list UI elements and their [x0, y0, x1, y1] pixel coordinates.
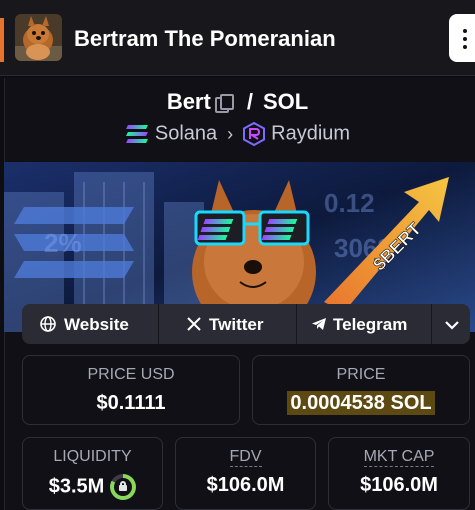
chain-link[interactable]: Solana [155, 123, 217, 145]
market-cap-value: $106.0M [360, 474, 438, 496]
price-usd-label: PRICE USD [87, 366, 175, 383]
kebab-menu-icon [463, 29, 469, 49]
social-links-bar: Website Twitter Telegram [22, 304, 470, 344]
telegram-label: Telegram [333, 315, 408, 334]
website-label: Website [64, 315, 129, 334]
market-cap-card: MKT CAP $106.0M [328, 437, 470, 510]
liquidity-lock-icon[interactable] [110, 474, 137, 500]
market-cap-label[interactable]: MKT CAP [363, 448, 435, 467]
more-menu-button[interactable] [449, 14, 475, 62]
liquidity-value: $3.5M [48, 475, 105, 498]
price-usd-card: PRICE USD $0.1111 [22, 355, 240, 425]
x-logo-icon [187, 317, 201, 331]
accent-strip [0, 18, 4, 62]
pair-title: Bert / SOL [0, 88, 475, 115]
copy-icon[interactable] [214, 94, 234, 114]
token-title: Bertram The Pomeranian [74, 26, 336, 51]
pair-separator: / [246, 89, 253, 115]
globe-icon [40, 316, 56, 332]
token-header: Bertram The Pomeranian [0, 0, 475, 76]
svg-text:0.12: 0.12 [324, 188, 375, 218]
price-usd-value: $0.1111 [96, 392, 166, 414]
raydium-icon [243, 122, 266, 146]
website-link-button[interactable]: Website [22, 304, 158, 344]
price-native-label: PRICE [336, 366, 386, 383]
twitter-label: Twitter [209, 315, 264, 334]
liquidity-label: LIQUIDITY [53, 448, 132, 465]
price-native-value: 0.0004538 SOL [287, 391, 435, 415]
dex-link[interactable]: Raydium [271, 123, 350, 145]
quote-token-symbol: SOL [262, 89, 309, 115]
base-token-symbol: Bert [166, 89, 211, 115]
chevron-right-icon: › [227, 123, 234, 144]
solana-icon [125, 125, 149, 143]
price-native-card: PRICE 0.0004538 SOL [252, 355, 470, 425]
fdv-label[interactable]: FDV [229, 448, 262, 467]
token-avatar [15, 14, 62, 61]
fdv-card: FDV $106.0M [175, 437, 316, 510]
svg-text:2%: 2% [44, 228, 82, 258]
telegram-link-button[interactable]: Telegram [297, 304, 431, 344]
more-links-dropdown[interactable] [432, 304, 470, 344]
liquidity-card: LIQUIDITY $3.5M [22, 437, 163, 510]
twitter-link-button[interactable]: Twitter [159, 304, 296, 344]
pomeranian-avatar-icon [15, 14, 62, 61]
chevron-down-icon [445, 321, 459, 330]
fdv-value: $106.0M [206, 474, 285, 496]
chain-breadcrumb: Solana › Raydium [0, 122, 475, 146]
telegram-icon [312, 318, 326, 330]
